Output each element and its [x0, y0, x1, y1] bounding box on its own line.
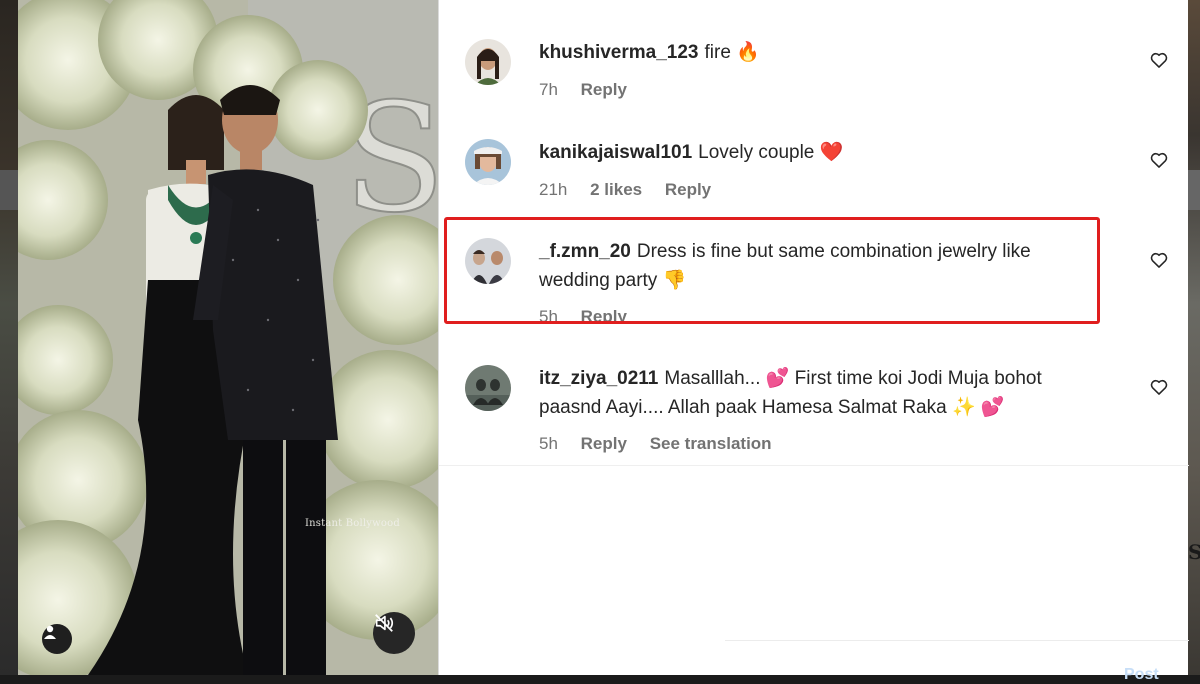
background-page-right: S	[1188, 0, 1200, 675]
post-media[interactable]: S Instant Bollywood	[18, 0, 438, 675]
comment-text: fire	[704, 42, 731, 63]
like-heart-icon[interactable]	[1149, 150, 1169, 170]
person-icon	[44, 625, 56, 639]
comment-timestamp[interactable]: 5h	[539, 434, 558, 453]
tagged-people-button[interactable]	[42, 624, 72, 654]
avatar[interactable]	[465, 39, 511, 85]
comment-username[interactable]: itz_ziya_0211	[539, 368, 658, 389]
comments-end-divider	[439, 465, 1189, 466]
comments-panel[interactable]: khushiverma_123 fire 🔥 7h Reply kanikajai…	[438, 0, 1189, 683]
avatar[interactable]	[465, 139, 511, 185]
reply-button[interactable]: Reply	[665, 180, 711, 199]
background-page-left	[0, 0, 18, 675]
reply-button[interactable]: Reply	[581, 307, 627, 324]
like-heart-icon[interactable]	[1149, 250, 1169, 270]
red-heart-emoji: ❤️	[819, 141, 844, 163]
comment-username[interactable]: _f.zmn_20	[539, 241, 631, 262]
comment-username[interactable]: khushiverma_123	[539, 42, 699, 63]
unmute-button[interactable]	[373, 612, 415, 654]
thumbs-down-emoji: 👎	[662, 269, 687, 291]
avatar[interactable]	[465, 365, 511, 411]
reply-button[interactable]: Reply	[581, 80, 627, 99]
video-watermark: Instant Bollywood	[305, 518, 400, 529]
bottom-overlay	[439, 640, 719, 675]
muted-speaker-icon	[375, 614, 394, 632]
comment-timestamp[interactable]: 21h	[539, 180, 567, 199]
comment-username[interactable]: kanikajaiswal101	[539, 142, 692, 163]
like-heart-icon[interactable]	[1149, 50, 1169, 70]
video-frame: S	[18, 0, 438, 675]
comment-timestamp[interactable]: 5h	[539, 307, 558, 324]
like-heart-icon[interactable]	[1149, 377, 1169, 397]
avatar[interactable]	[465, 238, 511, 284]
two-hearts-emoji: 💕	[980, 396, 1005, 418]
post-button[interactable]: Post	[1124, 666, 1159, 684]
fire-emoji: 🔥	[736, 41, 760, 63]
likes-count[interactable]: 2 likes	[590, 180, 642, 199]
reply-button[interactable]: Reply	[581, 434, 627, 453]
comment-input-divider	[725, 640, 1189, 641]
comment-text: Lovely couple	[698, 142, 815, 163]
comment-timestamp[interactable]: 7h	[539, 80, 558, 99]
see-translation-link[interactable]: See translation	[650, 434, 772, 453]
